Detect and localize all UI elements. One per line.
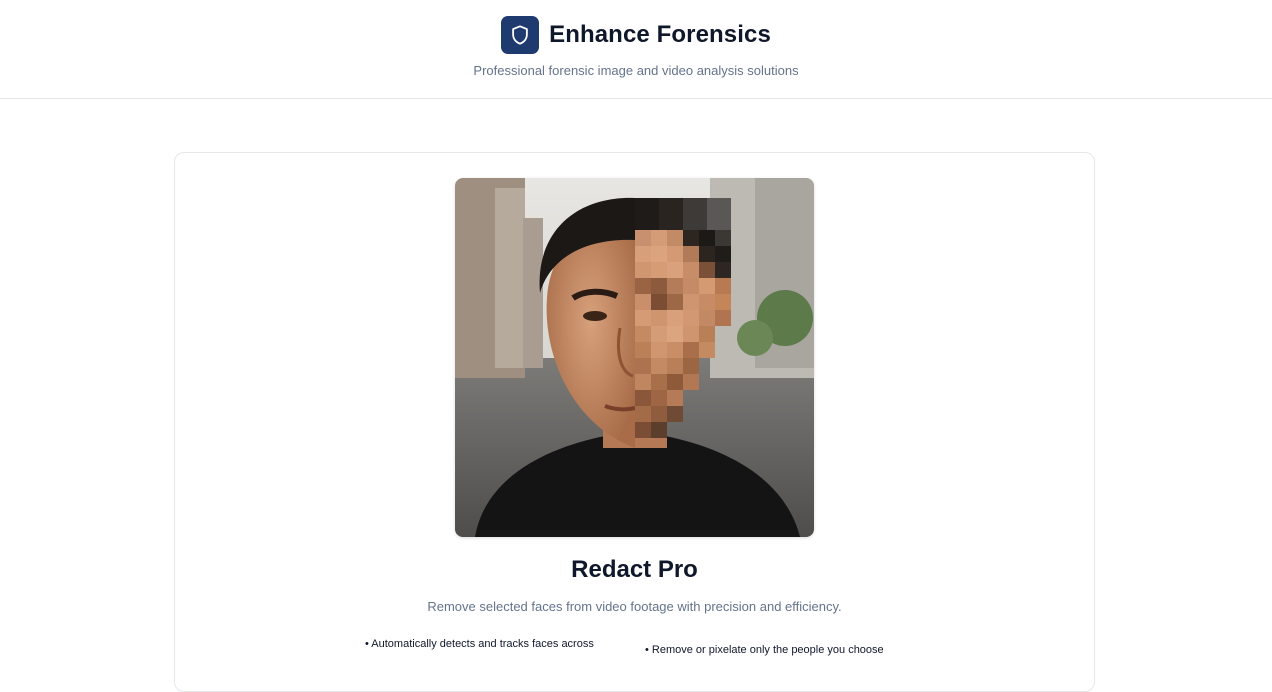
shield-icon: [501, 16, 540, 54]
product-description: Remove selected faces from video footage…: [427, 599, 842, 614]
pixelated-portrait-image: [455, 178, 814, 537]
brand[interactable]: Enhance Forensics: [0, 16, 1272, 54]
site-title: Enhance Forensics: [549, 21, 771, 48]
product-image: [455, 178, 814, 537]
site-header: Enhance Forensics Professional forensic …: [0, 0, 1272, 99]
feature-list: • Automatically detects and tracks faces…: [365, 637, 925, 658]
product-title: Redact Pro: [571, 556, 698, 583]
feature-item: • Automatically detects and tracks faces…: [365, 638, 594, 650]
product-card: Redact Pro Remove selected faces from vi…: [174, 152, 1095, 692]
site-tagline: Professional forensic image and video an…: [473, 63, 799, 78]
feature-item: • Remove or pixelate only the people you…: [645, 644, 884, 656]
